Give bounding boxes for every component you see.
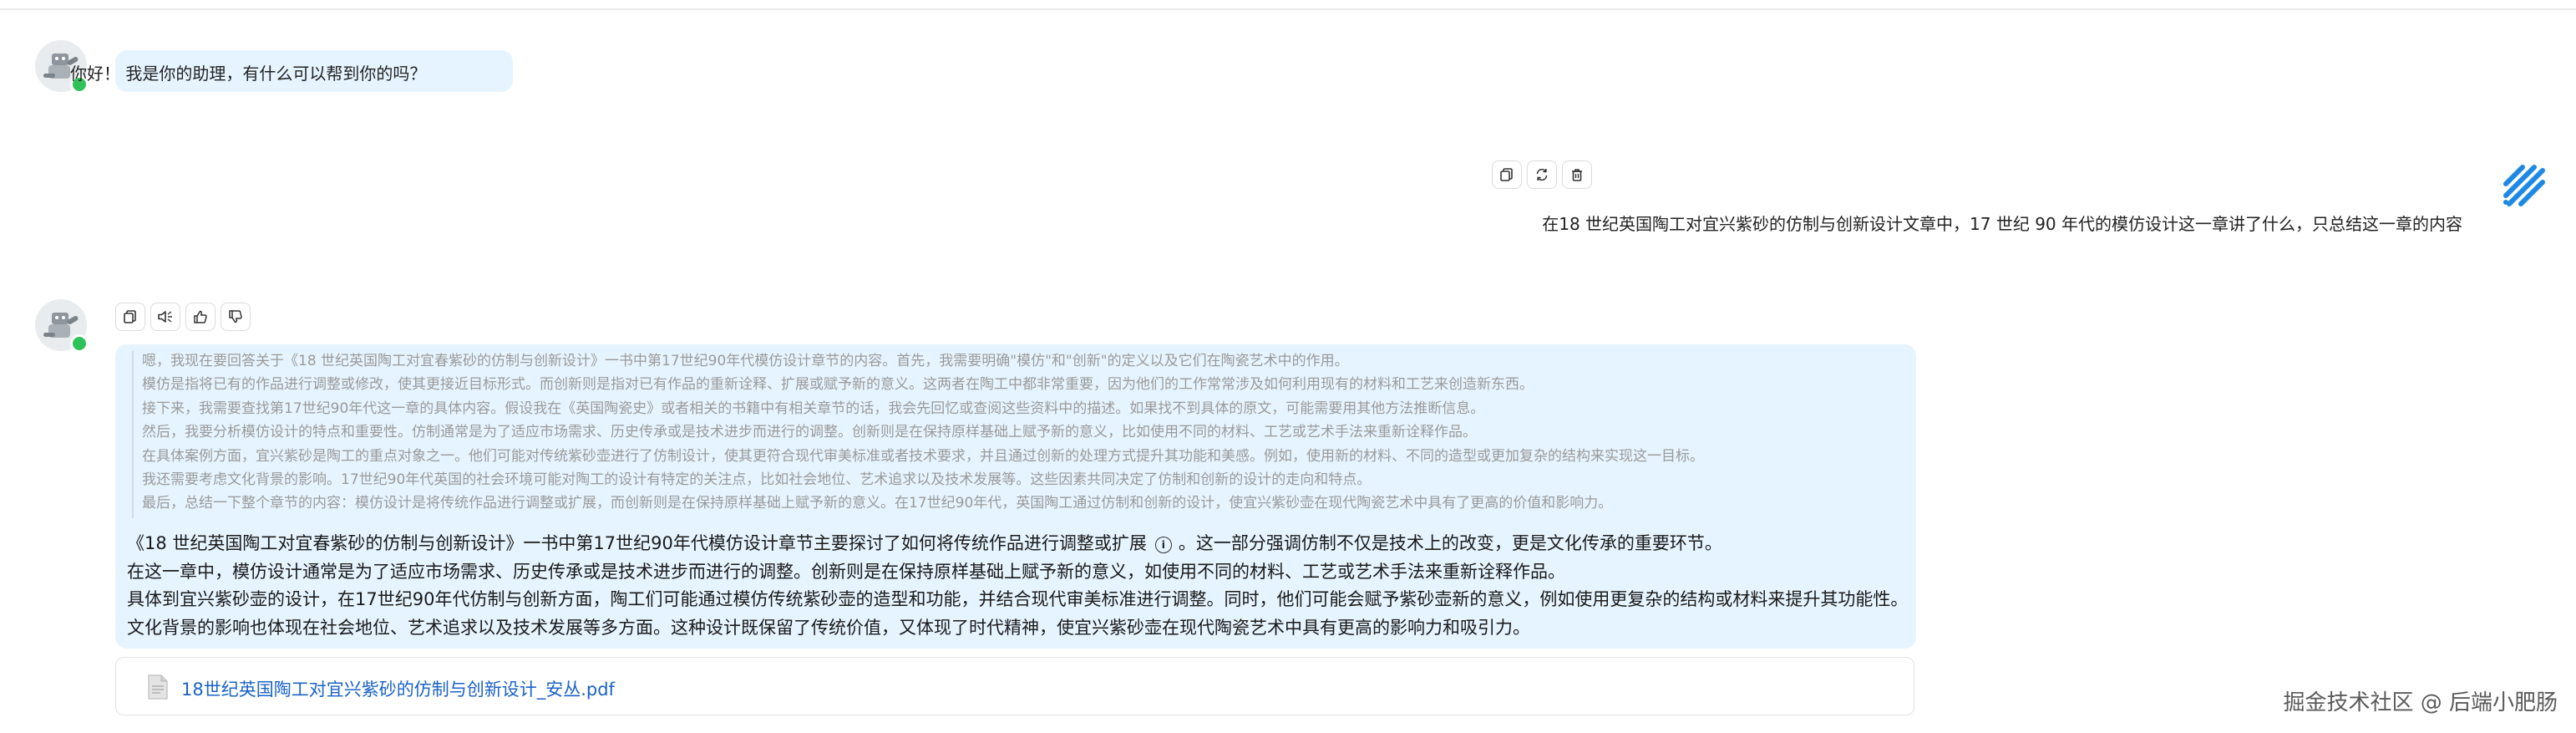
thinking-process: 嗯，我现在要回答关于《18 世纪英国陶工对宜春紫砂的仿制与创新设计》一书中第17… [142,349,1896,516]
assistant-avatar [35,299,89,353]
citation-info-icon[interactable]: i [1154,537,1172,553]
answer-line: 《18 世纪英国陶工对宜春紫砂的仿制与创新设计》一书中第17世纪90年代模仿设计… [127,530,1908,558]
thumbs-up-icon [194,310,207,323]
thinking-line: 接下来，我需要查找第17世纪90年代这一章的具体内容。假设我在《英国陶瓷史》或者… [142,400,1485,417]
user-avatar-logo-icon [2503,165,2545,206]
thinking-line: 嗯，我现在要回答关于《18 世纪英国陶工对宜春紫砂的仿制与创新设计》一书中第17… [142,353,1349,369]
thinking-line: 最后，总结一下整个章节的内容：模仿设计是将传统作品进行调整或扩展，而创新则是在保… [142,495,1613,512]
watermark: 掘金技术社区 @ 后端小肥肠 [2283,690,2558,715]
answer-line: 具体到宜兴紫砂壶的设计，在17世纪90年代仿制与创新方面，陶工们可能通过模仿传统… [127,589,1909,609]
copy-icon [1500,168,1513,181]
dislike-button[interactable] [221,303,251,331]
copy-button[interactable] [1492,160,1522,189]
answer-line: 文化背景的影响也体现在社会地位、艺术追求以及技术发展等多方面。这种设计既保留了传… [127,617,1530,638]
thinking-line: 然后，我要分析模仿设计的特点和重要性。仿制通常是为了适应市场需求、历史传承或是技… [142,424,1477,441]
refresh-icon [1536,168,1548,181]
thinking-line: 模仿是指将已有的作品进行调整或修改，使其更接近目标形式。而创新则是指对已有作品的… [142,376,1534,394]
thinking-line: 在具体案例方面，宜兴紫砂是陶工的重点对象之一。他们可能对传统紫砂壶进行了仿制设计… [142,447,1704,465]
thumbs-down-icon [229,310,242,323]
user-message-text: 在18 世纪英国陶工对宜兴紫砂的仿制与创新设计文章中，17 世纪 90 年代的模… [1542,214,2462,234]
answer-line-segment: 。这一部分强调仿制不仅是技术上的改变，更是文化传承的重要环节。 [1178,533,1722,553]
assistant-message-toolbar [115,303,251,331]
online-status-dot [70,334,89,353]
copy-button[interactable] [115,303,145,331]
delete-button[interactable] [1562,160,1592,189]
document-icon [148,674,168,700]
top-divider [0,8,2576,10]
file-attachment-card[interactable]: 18世纪英国陶工对宜兴紫砂的仿制与创新设计_安丛.pdf [115,657,1914,715]
speaker-icon [158,311,172,323]
thinking-line: 我还需要考虑文化背景的影响。17世纪90年代英国的社会环境可能对陶工的设计有特定… [142,471,1372,489]
regenerate-button[interactable] [1527,160,1557,189]
delete-icon [1572,169,1582,181]
thinking-divider [132,351,134,518]
greeting-text: 你好！ 我是你的助理，有什么可以帮到你的吗？ [70,64,427,84]
copy-icon [124,310,136,323]
file-name-link[interactable]: 18世纪英国陶工对宜兴紫砂的仿制与创新设计_安丛.pdf [181,676,615,701]
answer-text: 《18 世纪英国陶工对宜春紫砂的仿制与创新设计》一书中第17世纪90年代模仿设计… [127,530,1908,642]
answer-line-segment: 《18 世纪英国陶工对宜春紫砂的仿制与创新设计》一书中第17世纪90年代模仿设计… [127,533,1147,553]
like-button[interactable] [185,303,216,331]
read-aloud-button[interactable] [150,303,180,331]
user-message-toolbar [1492,160,1592,189]
answer-line: 在这一章中，模仿设计通常是为了适应市场需求、历史传承或是技术进步而进行的调整。创… [127,561,1565,582]
